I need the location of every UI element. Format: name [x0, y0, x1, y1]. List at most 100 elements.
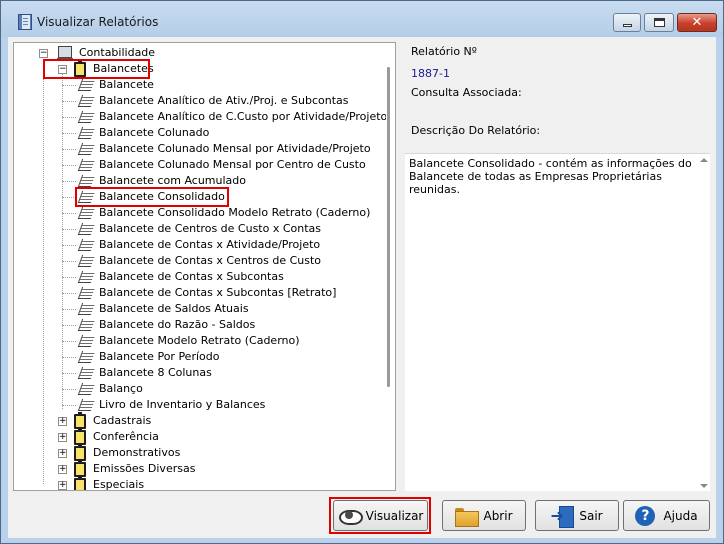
report-icon	[77, 207, 96, 219]
expand-icon[interactable]	[58, 449, 67, 458]
report-icon	[77, 255, 96, 267]
tree-line	[62, 341, 76, 342]
report-icon	[77, 175, 96, 187]
report-list-item-label: Balancete Analítico de C.Custo por Ativi…	[99, 110, 388, 123]
expand-icon[interactable]	[58, 433, 67, 442]
tree-node-label: Emissões Diversas	[93, 462, 196, 475]
report-list-item-label: Balancete Modelo Retrato (Caderno)	[99, 334, 300, 347]
expand-icon[interactable]	[58, 481, 67, 490]
report-list-item-label: Balancete do Razão - Saldos	[99, 318, 256, 331]
help-icon	[635, 505, 657, 526]
tree-node-label: Cadastrais	[93, 414, 152, 427]
tree-line	[62, 277, 76, 278]
tree-node-label: Especiais	[93, 478, 145, 491]
report-icon	[77, 351, 96, 363]
maximize-button[interactable]	[644, 13, 674, 32]
folder-icon	[74, 444, 86, 461]
exit-door-icon	[550, 505, 575, 528]
tree-line	[62, 245, 76, 246]
tree-line	[62, 309, 76, 310]
expand-icon[interactable]	[58, 417, 67, 426]
tree-line	[62, 85, 76, 86]
report-list-item-label: Balancete 8 Colunas	[99, 366, 212, 379]
report-icon	[77, 111, 96, 123]
close-icon: ✕	[691, 15, 703, 30]
window-title: Visualizar Relatórios	[37, 15, 159, 29]
report-list-item-label: Balancete Colunado Mensal por Centro de …	[99, 158, 366, 171]
sair-button-label: Sair	[579, 508, 603, 523]
report-list-item-label: Balancete Colunado	[99, 126, 210, 139]
report-icon	[77, 271, 96, 283]
highlight-balancetes	[43, 59, 150, 79]
minimize-button[interactable]	[613, 13, 641, 32]
report-icon	[77, 319, 96, 331]
report-icon	[77, 335, 96, 347]
report-list-item-label: Balancete Consolidado Modelo Retrato (Ca…	[99, 206, 371, 219]
report-list-item-label: Balancete de Saldos Atuais	[99, 302, 249, 315]
tree-line	[62, 293, 76, 294]
report-icon	[77, 303, 96, 315]
report-viewer-window: Visualizar Relatórios ✕ Contabilidade Ba…	[0, 0, 724, 544]
description-text: Balancete Consolidado - contém as inform…	[409, 157, 692, 196]
tree-line	[43, 57, 44, 484]
report-list-item-label: Balancete Por Período	[99, 350, 220, 363]
report-list-item-label: Balancete Colunado Mensal por Atividade/…	[99, 142, 371, 155]
folder-icon	[74, 428, 86, 445]
report-number-label: Relatório Nº	[411, 45, 477, 58]
maximize-icon	[653, 18, 665, 27]
tree-line	[62, 197, 76, 198]
report-list-item-label: Balancete de Contas x Centros de Custo	[99, 254, 322, 267]
report-tree[interactable]: Contabilidade Balancetes BalanceteBalanc…	[13, 42, 396, 491]
ajuda-button[interactable]: Ajuda	[623, 500, 710, 531]
scroll-up-arrow-icon[interactable]	[700, 158, 708, 162]
report-number-value: 1887-1	[411, 67, 450, 80]
minimize-icon	[622, 24, 632, 27]
tree-line	[62, 373, 76, 374]
folder-open-icon	[455, 506, 480, 527]
computer-icon	[57, 46, 73, 61]
description-scrollbar[interactable]	[698, 156, 708, 490]
sair-button[interactable]: Sair	[535, 500, 619, 531]
abrir-button[interactable]: Abrir	[442, 500, 526, 531]
tree-line	[62, 101, 76, 102]
report-icon	[77, 239, 96, 251]
folder-icon	[74, 476, 86, 490]
tree-line	[62, 357, 76, 358]
expand-icon[interactable]	[58, 465, 67, 474]
report-list-item-label: Balancete de Contas x Atividade/Projeto	[99, 238, 321, 251]
tree-line	[62, 325, 76, 326]
report-list-item-label: Balancete	[99, 78, 154, 91]
tree-line	[62, 181, 76, 182]
tree-line	[62, 405, 76, 406]
tree-line	[62, 389, 76, 390]
tree-line	[62, 229, 76, 230]
report-icon	[77, 367, 96, 379]
report-list-item-label: Livro de Inventario y Balances	[99, 398, 266, 411]
ajuda-button-label: Ajuda	[663, 508, 698, 523]
scroll-down-arrow-icon[interactable]	[700, 484, 708, 488]
report-details-panel: Relatório Nº 1887-1 Consulta Associada: …	[404, 42, 711, 491]
title-bar[interactable]: Visualizar Relatórios ✕	[1, 1, 723, 37]
report-icon	[77, 383, 96, 395]
description-box[interactable]: Balancete Consolidado - contém as inform…	[405, 153, 710, 491]
abrir-button-label: Abrir	[483, 508, 513, 523]
report-icon	[77, 95, 96, 107]
folder-icon	[74, 460, 86, 477]
tree-line	[62, 149, 76, 150]
close-button[interactable]: ✕	[677, 13, 717, 32]
highlight-visualizar-button	[329, 497, 431, 534]
associated-query-label: Consulta Associada:	[411, 86, 522, 99]
report-icon	[77, 399, 96, 411]
highlight-selected-report	[75, 187, 229, 207]
report-list-item-label: Balanço	[99, 382, 143, 395]
tree-scrollbar-thumb[interactable]	[387, 67, 390, 387]
report-icon	[77, 127, 96, 139]
report-list-item-label: Balancete Analítico de Ativ./Proj. e Sub…	[99, 94, 349, 107]
collapse-icon[interactable]	[39, 49, 48, 58]
report-icon	[77, 143, 96, 155]
report-list-item-label: Balancete de Contas x Subcontas	[99, 270, 284, 283]
tree-line	[62, 73, 63, 409]
report-list-item-label: Balancete de Contas x Subcontas [Retrato…	[99, 286, 337, 299]
dialog-body: Contabilidade Balancetes BalanceteBalanc…	[8, 37, 716, 538]
tree-line	[62, 133, 76, 134]
